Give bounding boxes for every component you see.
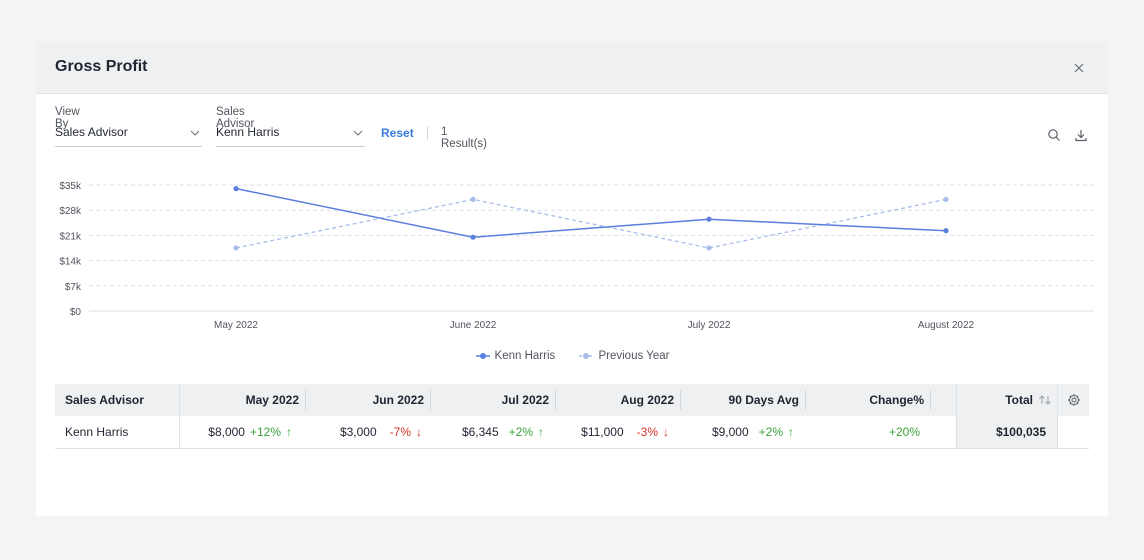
x-tick-label: May 2022 xyxy=(214,320,258,331)
modal-header: Gross Profit xyxy=(36,42,1108,94)
reset-button[interactable]: Reset xyxy=(381,126,414,140)
close-icon[interactable] xyxy=(1070,59,1088,77)
chevron-down-icon xyxy=(190,130,200,136)
table-row[interactable]: Kenn Harris $8,000 +12% ↑ $3,000 -7% ↓ $… xyxy=(55,416,1089,449)
line-chart: $35k $28k $21k $14k $7k $0 May 2022 June 2022 Ju… xyxy=(59,181,1094,331)
header-90-days-avg: 90 Days Avg xyxy=(728,393,799,407)
sales-advisor-field: Sales Advisor Kenn Harris xyxy=(216,106,365,147)
sales-advisor-select[interactable]: Kenn Harris xyxy=(216,125,365,147)
download-icon[interactable] xyxy=(1074,128,1088,142)
data-table: Sales Advisor May 2022 Jun 2022 Jul 2022… xyxy=(55,384,1089,449)
legend-marker-solid xyxy=(475,353,490,359)
data-point xyxy=(233,186,239,192)
arrow-up-icon: ↑ xyxy=(286,425,292,439)
header-sales-advisor: Sales Advisor xyxy=(65,393,144,407)
legend-item-kenn-harris[interactable]: Kenn Harris xyxy=(475,350,556,362)
data-point xyxy=(470,196,476,202)
data-point xyxy=(706,216,712,222)
x-tick-label: August 2022 xyxy=(918,320,975,331)
data-point xyxy=(233,245,239,251)
arrow-up-icon: ↑ xyxy=(788,425,794,439)
header-separator xyxy=(930,390,931,410)
y-tick-label: $21k xyxy=(59,231,82,242)
view-by-field: View By Sales Advisor xyxy=(55,106,202,147)
series-line-previous-year xyxy=(235,198,947,249)
header-jul: Jul 2022 xyxy=(501,393,549,407)
y-tick-label: $7k xyxy=(65,282,82,293)
cell-jul: $6,345 +2% ↑ xyxy=(461,425,544,439)
data-point xyxy=(943,228,949,234)
divider xyxy=(427,126,428,140)
cell-aug: $11,000 -3% ↓ xyxy=(581,425,669,439)
header-aug: Aug 2022 xyxy=(620,393,674,407)
x-tick-label: June 2022 xyxy=(450,320,497,331)
chart-legend: Kenn Harris Previous Year xyxy=(36,350,1108,363)
data-point xyxy=(706,245,712,251)
cell-advisor: Kenn Harris xyxy=(65,425,129,439)
gross-profit-modal: Gross Profit View By Sales Advisor Sales… xyxy=(36,42,1108,516)
legend-item-previous-year[interactable]: Previous Year xyxy=(578,350,669,362)
legend-label: Previous Year xyxy=(598,350,670,362)
gear-icon[interactable] xyxy=(1058,384,1089,416)
cell-may: $8,000 +12% ↑ xyxy=(208,425,292,439)
x-tick-label: July 2022 xyxy=(688,320,731,331)
search-icon[interactable] xyxy=(1047,128,1061,142)
arrow-up-icon: ↑ xyxy=(538,425,544,439)
sales-advisor-value: Kenn Harris xyxy=(216,125,280,139)
view-by-value: Sales Advisor xyxy=(55,125,128,139)
legend-label: Kenn Harris xyxy=(494,350,556,362)
header-change: Change% xyxy=(869,393,924,407)
y-tick-label: $35k xyxy=(59,181,82,192)
legend-marker-dashed xyxy=(579,353,594,359)
header-total[interactable]: Total xyxy=(957,384,1057,416)
results-count: 1 Result(s) xyxy=(441,126,488,150)
view-by-select[interactable]: Sales Advisor xyxy=(55,125,202,147)
y-tick-label: $28k xyxy=(59,206,82,217)
y-tick-label: $14k xyxy=(59,257,82,268)
chevron-down-icon xyxy=(353,130,363,136)
arrow-down-icon: ↓ xyxy=(416,425,422,439)
arrow-down-icon: ↓ xyxy=(663,425,669,439)
y-tick-label: $0 xyxy=(70,307,82,318)
table-header-row: Sales Advisor May 2022 Jun 2022 Jul 2022… xyxy=(55,384,1089,449)
cell-total: $100,035 xyxy=(957,416,1057,448)
data-point xyxy=(943,196,949,202)
cell-jun: $3,000 -7% ↓ xyxy=(339,425,422,439)
header-may: May 2022 xyxy=(245,393,299,407)
modal-title: Gross Profit xyxy=(55,58,148,75)
cell-change: +20% xyxy=(888,425,920,439)
header-jun: Jun 2022 xyxy=(372,393,424,407)
cell-90-days-avg: $9,000 +2% ↑ xyxy=(711,425,794,439)
data-point xyxy=(470,234,476,240)
series-line-kenn-harris xyxy=(235,187,947,238)
sort-icon[interactable] xyxy=(1033,393,1057,407)
